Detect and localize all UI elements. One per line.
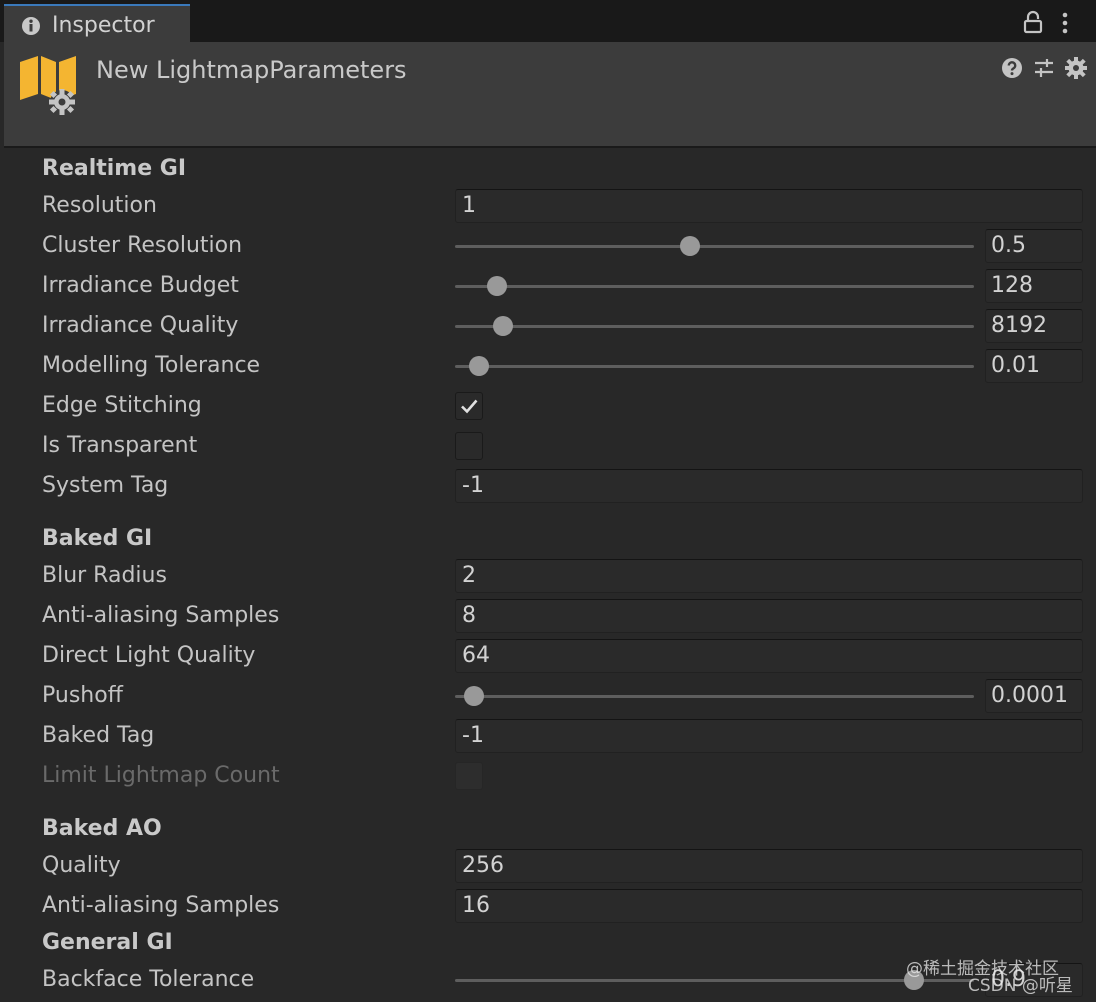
edge-stitching-checkbox[interactable] (455, 392, 483, 420)
label-is-transparent: Is Transparent (42, 433, 198, 458)
baked-tag-field[interactable]: -1 (455, 719, 1083, 753)
label-edge-stitching: Edge Stitching (42, 393, 202, 418)
ao-quality-field[interactable]: 256 (455, 849, 1083, 883)
preset-icon[interactable] (1033, 57, 1055, 79)
label-ao-anti-aliasing-samples: Anti-aliasing Samples (42, 893, 280, 918)
modelling-tolerance-slider[interactable] (455, 349, 974, 383)
tab-label: Inspector (52, 13, 155, 38)
resolution-field[interactable]: 1 (455, 189, 1083, 223)
irradiance-budget-slider[interactable] (455, 269, 974, 303)
backface-tolerance-slider[interactable] (455, 963, 974, 997)
pushoff-field[interactable]: 0.0001 (985, 679, 1083, 713)
info-icon (22, 17, 40, 35)
cluster-resolution-slider[interactable] (455, 229, 974, 263)
ao-anti-aliasing-samples-field[interactable]: 16 (455, 889, 1083, 923)
inspector-content: Realtime GI Resolution 1 Cluster Resolut… (0, 148, 1096, 1002)
limit-lightmap-count-checkbox (455, 762, 483, 790)
direct-light-quality-field[interactable]: 64 (455, 639, 1083, 673)
label-direct-light-quality: Direct Light Quality (42, 643, 256, 668)
section-title-baked-ao: Baked AO (42, 816, 162, 841)
slider-track (455, 245, 974, 248)
modelling-tolerance-field[interactable]: 0.01 (985, 349, 1083, 383)
label-modelling-tolerance: Modelling Tolerance (42, 353, 261, 378)
label-system-tag: System Tag (42, 473, 169, 498)
kebab-menu-icon[interactable] (1060, 11, 1070, 35)
pushoff-slider[interactable] (455, 679, 974, 713)
label-resolution: Resolution (42, 193, 157, 218)
label-irradiance-quality: Irradiance Quality (42, 313, 239, 338)
slider-track (455, 285, 974, 288)
slider-thumb[interactable] (679, 236, 700, 256)
label-backface-tolerance: Backface Tolerance (42, 967, 255, 992)
watermark-line-2: CSDN @听星 (968, 976, 1073, 996)
slider-thumb[interactable] (469, 356, 490, 376)
label-anti-aliasing-samples: Anti-aliasing Samples (42, 603, 280, 628)
blur-radius-field[interactable]: 2 (455, 559, 1083, 593)
slider-track (455, 325, 974, 328)
slider-track (455, 695, 974, 698)
slider-track (455, 979, 974, 982)
asset-title: New LightmapParameters (96, 56, 407, 84)
inspector-header: New LightmapParameters (4, 42, 1096, 148)
slider-thumb[interactable] (493, 316, 514, 336)
help-icon[interactable] (1001, 57, 1023, 79)
tab-inspector[interactable]: Inspector (4, 4, 190, 42)
section-title-realtime-gi: Realtime GI (42, 156, 187, 181)
irradiance-budget-field[interactable]: 128 (985, 269, 1083, 303)
gear-icon[interactable] (1064, 56, 1088, 80)
lightmap-parameters-icon (20, 56, 76, 115)
section-title-general-gi: General GI (42, 930, 173, 955)
label-blur-radius: Blur Radius (42, 563, 167, 588)
label-cluster-resolution: Cluster Resolution (42, 233, 243, 258)
label-irradiance-budget: Irradiance Budget (42, 273, 239, 298)
label-baked-tag: Baked Tag (42, 723, 155, 748)
is-transparent-checkbox[interactable] (455, 432, 483, 460)
label-limit-lightmap-count: Limit Lightmap Count (42, 763, 280, 788)
slider-thumb[interactable] (463, 686, 484, 706)
checkmark-icon (461, 399, 478, 414)
label-pushoff: Pushoff (42, 683, 123, 708)
lock-icon[interactable] (1022, 10, 1044, 34)
irradiance-quality-field[interactable]: 8192 (985, 309, 1083, 343)
section-title-baked-gi: Baked GI (42, 526, 153, 551)
cluster-resolution-field[interactable]: 0.5 (985, 229, 1083, 263)
slider-track (455, 365, 974, 368)
inspector-tab-bar: Inspector (0, 0, 1096, 42)
label-ao-quality: Quality (42, 853, 121, 878)
slider-thumb[interactable] (487, 276, 508, 296)
system-tag-field[interactable]: -1 (455, 469, 1083, 503)
irradiance-quality-slider[interactable] (455, 309, 974, 343)
baked-anti-aliasing-samples-field[interactable]: 8 (455, 599, 1083, 633)
